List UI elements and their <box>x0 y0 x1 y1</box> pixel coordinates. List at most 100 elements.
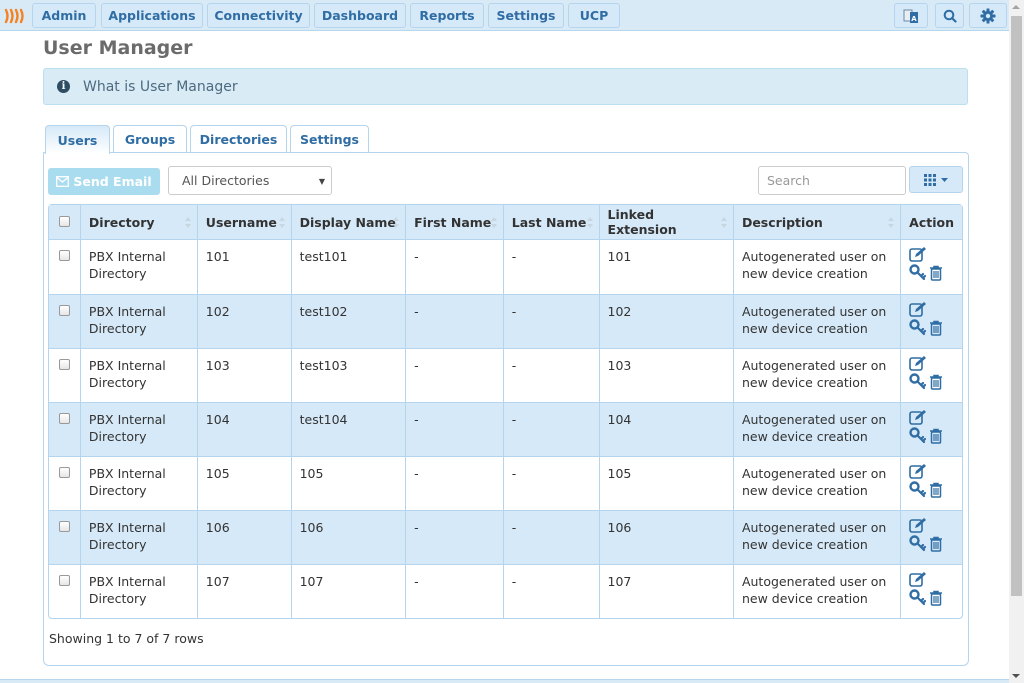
col-description-label: Description <box>741 214 823 230</box>
tab-groups[interactable]: Groups <box>113 125 187 153</box>
nav-reports[interactable]: Reports <box>410 3 484 28</box>
row-checkbox[interactable] <box>59 305 70 316</box>
trash-icon[interactable] <box>929 374 943 394</box>
edit-icon[interactable] <box>909 463 927 483</box>
edit-icon[interactable] <box>909 409 927 429</box>
search-input[interactable] <box>758 166 906 195</box>
col-linked-extension-label: Linked Extension <box>607 207 677 237</box>
cell-description: Autogenerated user on new device creatio… <box>732 510 901 564</box>
row-checkbox[interactable] <box>59 250 70 261</box>
trash-icon[interactable] <box>929 536 943 556</box>
scroll-up-arrow-icon[interactable] <box>1012 5 1020 9</box>
users-table: Directory Username Display Name First Na… <box>48 204 963 619</box>
nav-dashboard[interactable]: Dashboard <box>314 3 406 28</box>
language-button[interactable]: A <box>894 3 928 28</box>
cell-directory: PBX Internal Directory <box>79 564 197 618</box>
key-icon[interactable] <box>909 535 927 556</box>
cell-linked-extension: 106 <box>598 510 733 564</box>
edit-icon[interactable] <box>909 517 927 537</box>
sort-icon <box>720 217 727 228</box>
key-icon[interactable] <box>909 589 927 610</box>
cell-username: 102 <box>196 294 291 348</box>
col-description[interactable]: Description <box>732 205 901 240</box>
col-directory[interactable]: Directory <box>79 205 197 240</box>
cell-last-name: - <box>502 510 599 564</box>
pagination-info: Showing 1 to 7 of 7 rows <box>49 631 204 646</box>
settings-button[interactable] <box>969 3 1007 28</box>
col-last-name[interactable]: Last Name <box>502 205 599 240</box>
cell-last-name: - <box>502 564 599 618</box>
row-checkbox[interactable] <box>59 575 70 586</box>
caret-down-icon <box>941 177 948 182</box>
row-checkbox[interactable] <box>59 467 70 478</box>
cell-description: Autogenerated user on new device creatio… <box>732 348 901 402</box>
nav-applications[interactable]: Applications <box>101 3 203 28</box>
key-icon[interactable] <box>909 481 927 502</box>
sort-icon <box>586 217 593 228</box>
search-button[interactable] <box>935 3 964 28</box>
cell-display-name: 107 <box>290 564 406 618</box>
table-row: PBX Internal Directory 105 105- -105 Autogen… <box>49 456 962 510</box>
col-username[interactable]: Username <box>196 205 291 240</box>
trash-icon[interactable] <box>929 590 943 610</box>
directory-filter-select[interactable]: All Directories ▼ <box>168 166 332 195</box>
cell-display-name: 105 <box>290 456 406 510</box>
cell-display-name: test103 <box>290 348 406 402</box>
columns-toggle-button[interactable] <box>909 166 963 193</box>
edit-icon[interactable] <box>909 301 927 321</box>
col-username-label: Username <box>205 214 277 230</box>
page-title: User Manager <box>43 37 193 59</box>
trash-icon[interactable] <box>929 320 943 340</box>
send-email-button[interactable]: Send Email <box>48 168 160 195</box>
edit-icon[interactable] <box>909 355 927 375</box>
scroll-down-arrow-icon[interactable] <box>1012 674 1020 678</box>
nav-admin[interactable]: Admin <box>32 3 96 28</box>
row-checkbox[interactable] <box>59 413 70 424</box>
freepbx-logo-icon[interactable] <box>4 7 28 25</box>
row-checkbox[interactable] <box>59 359 70 370</box>
send-email-label: Send Email <box>73 174 152 189</box>
page-scrollbar[interactable] <box>1009 0 1024 683</box>
cell-first-name: - <box>405 564 503 618</box>
cell-action <box>900 510 962 564</box>
key-icon[interactable] <box>909 319 927 340</box>
key-icon[interactable] <box>909 264 927 285</box>
gear-icon <box>980 8 996 23</box>
cell-last-name: - <box>502 402 599 456</box>
search-icon <box>943 9 957 23</box>
row-select-cell <box>49 348 80 402</box>
nav-settings[interactable]: Settings <box>488 3 564 28</box>
cell-linked-extension: 103 <box>598 348 733 402</box>
nav-ucp[interactable]: UCP <box>568 3 620 28</box>
key-icon[interactable] <box>909 373 927 394</box>
col-first-name[interactable]: First Name <box>405 205 503 240</box>
col-display-name[interactable]: Display Name <box>290 205 406 240</box>
tab-settings[interactable]: Settings <box>290 125 369 153</box>
edit-icon[interactable] <box>909 571 927 591</box>
table-row: PBX Internal Directory 102 test102- -102 Aut… <box>49 294 962 348</box>
cell-directory: PBX Internal Directory <box>79 456 197 510</box>
tab-directories[interactable]: Directories <box>190 125 287 153</box>
tab-users[interactable]: Users <box>45 125 110 154</box>
select-all-checkbox[interactable] <box>59 215 70 227</box>
edit-icon[interactable] <box>909 246 927 266</box>
row-checkbox[interactable] <box>59 521 70 532</box>
col-linked-extension[interactable]: Linked Extension <box>598 205 733 240</box>
nav-connectivity[interactable]: Connectivity <box>207 3 310 28</box>
table-row: PBX Internal Directory 101 test101- -101 Aut… <box>49 240 962 294</box>
cell-linked-extension: 107 <box>598 564 733 618</box>
key-icon[interactable] <box>909 427 927 448</box>
trash-icon[interactable] <box>929 428 943 448</box>
sort-icon <box>278 217 285 228</box>
table-header-row: Directory Username Display Name First Na… <box>49 205 962 240</box>
col-last-name-label: Last Name <box>511 214 587 230</box>
info-bar[interactable]: i What is User Manager <box>43 68 968 105</box>
trash-icon[interactable] <box>929 482 943 502</box>
row-select-cell <box>49 402 80 456</box>
info-text: What is User Manager <box>83 78 238 95</box>
cell-linked-extension: 101 <box>598 240 733 294</box>
envelope-icon <box>56 176 70 187</box>
cell-username: 104 <box>196 402 291 456</box>
trash-icon[interactable] <box>929 265 943 285</box>
scrollbar-thumb[interactable] <box>1011 16 1022 596</box>
